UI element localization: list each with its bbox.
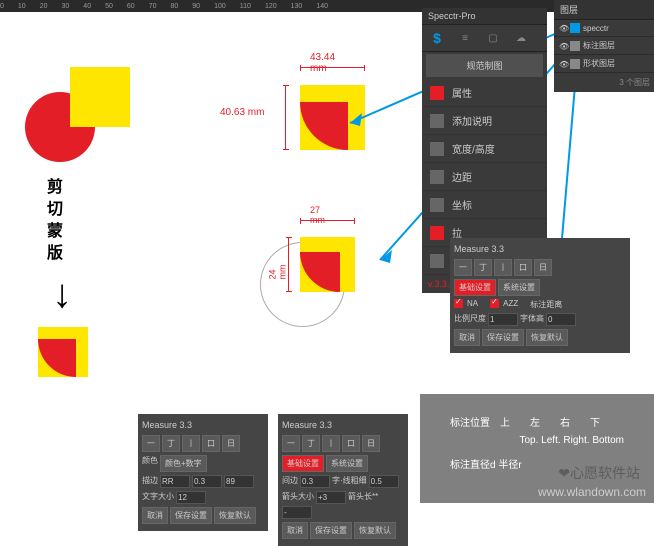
layers-panel[interactable]: 图层 👁specctr 👁标注图层 👁形状图层 3 个图层	[554, 0, 654, 92]
dimensions-icon	[430, 142, 444, 156]
site-logo: ❤心愿软件站	[558, 463, 640, 483]
layer-row[interactable]: 👁标注图层	[554, 37, 654, 55]
panel-item-dimensions[interactable]: 宽度/高度	[422, 135, 547, 163]
info-block: 标注位置 上 左 右 下 Top. Left. Right. Bottom 标注…	[420, 394, 654, 503]
layer-count: 3 个图层	[554, 73, 654, 92]
dimension-width-label: 43.44 mm	[310, 52, 335, 74]
tab-5[interactable]: 日	[534, 259, 552, 276]
save-button[interactable]: 保存设置	[482, 329, 524, 346]
checkbox-azz[interactable]	[490, 299, 499, 308]
scale-input[interactable]	[488, 313, 518, 326]
down-arrow-icon: ↓	[52, 272, 72, 317]
cancel-button[interactable]: 取消	[454, 329, 480, 346]
panel-section-header: 规范制图	[426, 54, 543, 77]
panel-title: Measure 3.3	[142, 418, 264, 432]
dimension-width-label: 27 mm	[310, 205, 325, 225]
tab-1[interactable]: 一	[454, 259, 472, 276]
stroke-input[interactable]	[160, 475, 190, 488]
tab-dollar-icon[interactable]: $	[426, 29, 448, 47]
layer-swatch	[570, 23, 580, 33]
visibility-icon[interactable]: 👁	[559, 42, 567, 50]
panel-title: 图层	[554, 0, 654, 20]
basic-settings-tab[interactable]: 基础设置	[454, 279, 496, 296]
reset-button[interactable]: 恢复默认	[526, 329, 568, 346]
tab-4[interactable]: 口	[514, 259, 532, 276]
tab-3[interactable]: 丨	[494, 259, 512, 276]
export-icon	[430, 254, 444, 268]
note-icon	[430, 114, 444, 128]
font-input[interactable]	[546, 313, 576, 326]
layer-row[interactable]: 👁形状图层	[554, 55, 654, 73]
measure-panel-2[interactable]: Measure 3.3 一丁丨口日 颜色颜色+数字 描边 文字大小 取消保存设置…	[138, 414, 268, 531]
measure-panel-main[interactable]: Measure 3.3 一 丁 丨 口 日 基础设置系统设置 NA AZZ 标注…	[450, 238, 630, 353]
panel-item-coords[interactable]: 坐标	[422, 191, 547, 219]
clipping-mask-label: 剪切蒙版	[45, 177, 65, 265]
tab-row: 一 丁 丨 口 日	[454, 259, 626, 276]
panel-item-spacing[interactable]: 边距	[422, 163, 547, 191]
tab-lines-icon[interactable]: ≡	[454, 29, 476, 47]
expand-icon	[430, 226, 444, 240]
panel-tabs: $ ≡ ▢ ☁	[422, 25, 547, 52]
layer-swatch	[570, 59, 580, 69]
layer-row[interactable]: 👁specctr	[554, 20, 654, 37]
dimension-height-label: 24 mm	[268, 265, 288, 280]
system-settings-tab[interactable]: 系统设置	[498, 279, 540, 296]
panel-title: Measure 3.3	[454, 242, 626, 256]
spacing-icon	[430, 170, 444, 184]
color-option[interactable]: 颜色+数字	[160, 455, 207, 472]
dimension-height-label: 40.63 mm	[220, 107, 264, 118]
panel-item-properties[interactable]: 属性	[422, 79, 547, 107]
coords-icon	[430, 198, 444, 212]
textsize-input[interactable]	[176, 491, 206, 504]
dimension-height	[288, 237, 289, 292]
panel-title: Measure 3.3	[282, 418, 404, 432]
layer-swatch	[570, 41, 580, 51]
visibility-icon[interactable]: 👁	[559, 24, 567, 32]
measure-panel-3[interactable]: Measure 3.3 一丁丨口日 基础设置系统设置 间边字·线粗细 箭头大小箭…	[278, 414, 408, 546]
panel-item-note[interactable]: 添加说明	[422, 107, 547, 135]
dimension-width	[300, 220, 355, 221]
dimension-height	[285, 85, 286, 150]
properties-icon	[430, 86, 444, 100]
visibility-icon[interactable]: 👁	[559, 60, 567, 68]
yellow-square	[70, 67, 130, 127]
canvas[interactable]: 43.44 mm 40.63 mm 剪切蒙版 ↓ 27 mm 24 mm	[0, 12, 420, 412]
artwork-clipped-small[interactable]	[38, 327, 88, 377]
tab-cloud-icon[interactable]: ☁	[510, 29, 532, 47]
watermark: www.wlandown.com	[538, 485, 646, 499]
panel-title: Specctr-Pro	[422, 8, 547, 25]
tab-box-icon[interactable]: ▢	[482, 29, 504, 47]
tab-2[interactable]: 丁	[474, 259, 492, 276]
checkbox-na[interactable]	[454, 299, 463, 308]
